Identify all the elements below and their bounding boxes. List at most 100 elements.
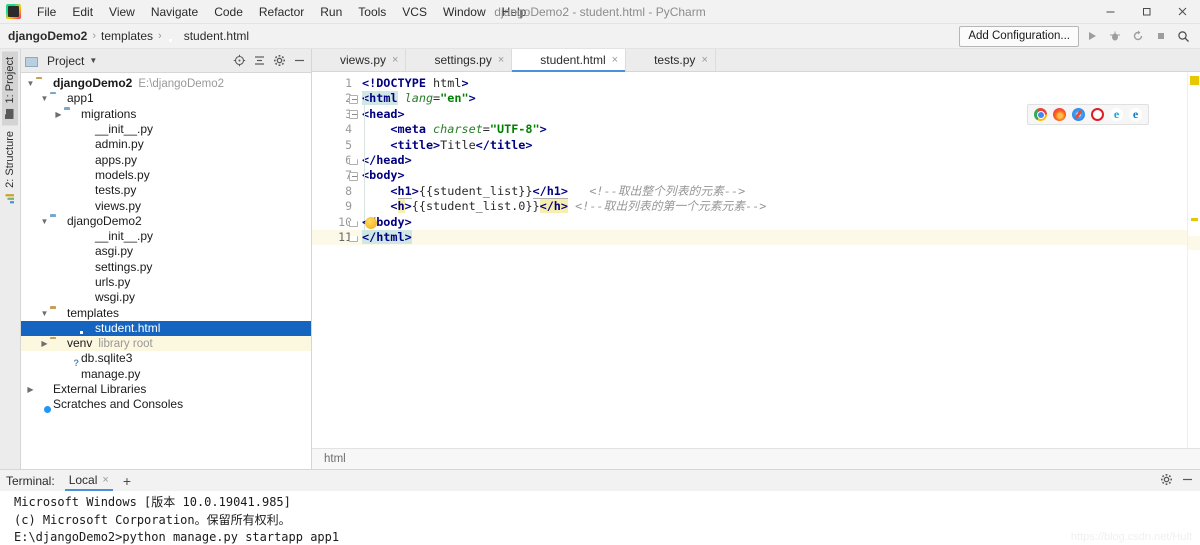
select-opened-file-icon[interactable] — [231, 53, 247, 69]
edge-icon[interactable]: e — [1129, 108, 1142, 121]
code-token: meta — [397, 122, 426, 137]
editor-tab-bar[interactable]: views.py × settings.py × student.html × tests.… — [312, 49, 1200, 72]
stop-icon[interactable] — [1150, 26, 1171, 47]
intention-bulb-icon[interactable] — [365, 216, 377, 229]
tree-node-label: views.py — [95, 198, 142, 213]
breadcrumb-templates[interactable]: templates — [101, 29, 153, 43]
terminal-label: Terminal: — [6, 473, 55, 488]
chevron-down-icon[interactable]: ▼ — [89, 56, 97, 65]
chevron-down-icon[interactable]: ▼ — [39, 94, 50, 103]
project-tree[interactable]: ▼ djangoDemo2 E:\djangoDemo2 ▼ app1 ▶ migratio… — [21, 73, 311, 469]
tree-node[interactable]: settings.py — [21, 260, 311, 275]
tree-node[interactable]: models.py — [21, 168, 311, 183]
tree-arrow-spacer — [67, 324, 78, 333]
debug-icon[interactable] — [1104, 26, 1125, 47]
tree-node[interactable]: __init__.py — [21, 122, 311, 137]
tree-node[interactable]: tests.py — [21, 183, 311, 198]
tree-node[interactable]: ▶ migrations — [21, 107, 311, 122]
tree-node[interactable]: ▶ External Libraries — [21, 382, 311, 397]
menu-tools[interactable]: Tools — [350, 1, 394, 23]
tree-arrow-spacer — [67, 232, 78, 241]
menu-help[interactable]: Help — [494, 1, 535, 23]
terminal-output[interactable]: Microsoft Windows [版本 10.0.19041.985] (c… — [0, 491, 1200, 545]
tree-node[interactable]: db.sqlite3 — [21, 351, 311, 366]
chevron-down-icon[interactable]: ▼ — [39, 309, 50, 318]
error-stripe[interactable] — [1187, 72, 1200, 448]
tree-node[interactable]: wsgi.py — [21, 290, 311, 305]
run-icon[interactable] — [1081, 26, 1102, 47]
editor-tab-student-html[interactable]: student.html × — [512, 49, 627, 72]
rail-tab-structure[interactable]: 2: Structure — [2, 125, 18, 210]
tree-node[interactable]: apps.py — [21, 152, 311, 167]
tree-node[interactable]: ▼ djangoDemo2 — [21, 214, 311, 229]
browser-preview-bar: e e — [1027, 104, 1149, 125]
tree-node[interactable]: student.html — [21, 320, 311, 337]
tree-node[interactable]: __init__.py — [21, 229, 311, 244]
tree-node[interactable]: admin.py — [21, 137, 311, 152]
firefox-icon[interactable] — [1053, 108, 1066, 121]
warning-marker[interactable] — [1191, 218, 1198, 221]
chrome-icon[interactable] — [1034, 108, 1047, 121]
tree-node[interactable]: urls.py — [21, 275, 311, 290]
breadcrumb-project[interactable]: djangoDemo2 — [8, 29, 87, 43]
close-icon[interactable]: × — [701, 54, 707, 66]
editor-tab-settings-py[interactable]: settings.py × — [406, 49, 513, 71]
tree-node[interactable]: asgi.py — [21, 244, 311, 259]
new-terminal-tab-icon[interactable]: + — [123, 473, 131, 489]
breadcrumb-html-label[interactable]: html — [324, 453, 346, 465]
hide-panel-icon[interactable] — [291, 53, 307, 69]
tree-node[interactable]: ▼ templates — [21, 305, 311, 320]
terminal-tab-local[interactable]: Local × — [64, 470, 113, 491]
gear-icon[interactable] — [1160, 473, 1173, 489]
tree-node[interactable]: ▼ djangoDemo2 E:\djangoDemo2 — [21, 76, 311, 91]
chevron-right-icon[interactable]: ▶ — [25, 385, 36, 394]
close-icon[interactable]: × — [392, 54, 398, 66]
menu-navigate[interactable]: Navigate — [143, 1, 206, 23]
watermark: https://blog.csdn.net/Hult — [1070, 531, 1192, 543]
close-icon[interactable]: × — [612, 54, 618, 66]
menu-window[interactable]: Window — [435, 1, 494, 23]
gear-icon[interactable] — [271, 53, 287, 69]
menu-edit[interactable]: Edit — [64, 1, 101, 23]
code-token: < — [390, 183, 398, 198]
menu-file[interactable]: File — [29, 1, 64, 23]
menu-vcs[interactable]: VCS — [394, 1, 435, 23]
maximize-icon[interactable] — [1128, 0, 1164, 24]
close-icon[interactable] — [1164, 0, 1200, 24]
editor-tab-tests-py[interactable]: tests.py × — [626, 49, 716, 71]
chevron-right-icon[interactable]: ▶ — [53, 110, 64, 119]
tree-node[interactable]: manage.py — [21, 367, 311, 382]
search-everywhere-icon[interactable] — [1173, 26, 1194, 47]
tree-node[interactable]: ▼ app1 — [21, 91, 311, 106]
warning-marker[interactable] — [1190, 76, 1199, 85]
rail-tab-project[interactable]: 1: Project — [2, 51, 18, 126]
close-icon[interactable]: × — [102, 474, 108, 486]
hide-panel-icon[interactable] — [1181, 473, 1194, 489]
menu-refactor[interactable]: Refactor — [251, 1, 312, 23]
tree-node[interactable]: Scratches and Consoles — [21, 397, 311, 412]
close-icon[interactable]: × — [498, 54, 504, 66]
safari-icon[interactable] — [1072, 108, 1085, 121]
tree-node[interactable]: ▶ venv library root — [21, 336, 311, 352]
code-editor[interactable]: <!DOCTYPE html> <html lang="en"> <head> … — [358, 72, 1187, 448]
menu-view[interactable]: View — [101, 1, 143, 23]
minimize-icon[interactable] — [1092, 0, 1128, 24]
project-panel-title[interactable]: Project ▼ — [25, 54, 97, 68]
chevron-down-icon[interactable]: ▼ — [39, 217, 50, 226]
editor-tab-views-py[interactable]: views.py × — [312, 49, 407, 71]
tree-node-subtitle: library root — [98, 337, 153, 350]
add-configuration-button[interactable]: Add Configuration... — [959, 25, 1079, 47]
pycharm-logo-icon — [6, 4, 21, 19]
editor-gutter[interactable]: 1 2 3 4 5 6 7 8 9 10 11 — [312, 72, 358, 448]
python-file-icon — [78, 184, 92, 198]
opera-icon[interactable] — [1091, 108, 1104, 121]
collapse-all-icon[interactable] — [251, 53, 267, 69]
chevron-right-icon[interactable]: ▶ — [39, 339, 50, 348]
tree-node[interactable]: views.py — [21, 198, 311, 213]
chevron-down-icon[interactable]: ▼ — [25, 79, 36, 88]
run-coverage-icon[interactable] — [1127, 26, 1148, 47]
internet-explorer-icon[interactable]: e — [1110, 108, 1123, 121]
breadcrumb-file[interactable]: student.html — [167, 29, 249, 43]
menu-code[interactable]: Code — [206, 1, 251, 23]
menu-run[interactable]: Run — [312, 1, 350, 23]
